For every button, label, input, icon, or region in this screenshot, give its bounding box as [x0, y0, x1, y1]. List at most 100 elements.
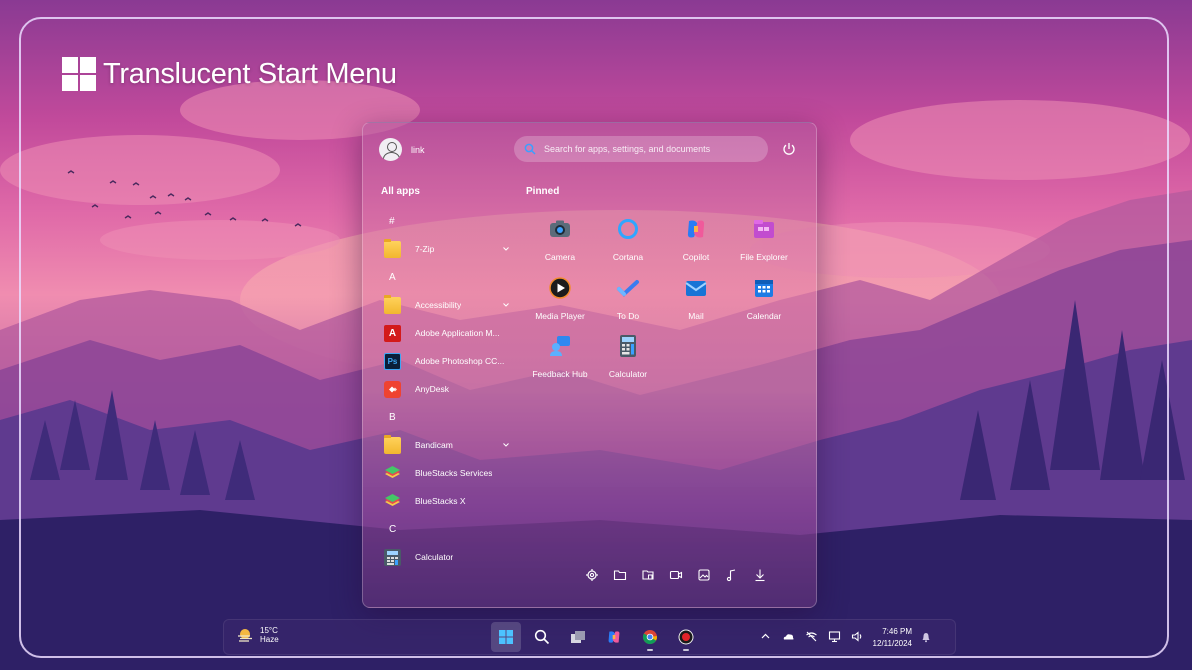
letter-header[interactable]: A: [381, 263, 511, 291]
tile-label: Camera: [544, 252, 576, 262]
app-name: BlueStacks X: [415, 496, 466, 506]
pinned-copilot[interactable]: Copilot: [662, 213, 730, 269]
tile-label: Media Player: [535, 311, 585, 321]
calculator-icon: [384, 548, 401, 566]
pinned-feedback-hub[interactable]: Feedback Hub: [526, 330, 594, 386]
display-icon[interactable]: [828, 630, 841, 643]
time-label: 7:46 PM: [882, 627, 912, 636]
copilot-icon: [608, 631, 620, 643]
clock[interactable]: 7:46 PM 12/11/2024: [862, 626, 912, 650]
all-apps-list: # 7-Zip A Accessibility A Adobe Applicat…: [381, 207, 511, 571]
chevron-up-icon[interactable]: [759, 630, 772, 643]
list-item[interactable]: BlueStacks Services: [381, 459, 511, 487]
tile-label: Cortana: [612, 252, 644, 262]
avatar: [379, 138, 402, 161]
pinned-cortana[interactable]: Cortana: [594, 213, 662, 269]
letter-header[interactable]: C: [381, 515, 511, 543]
adobe-icon: A: [384, 324, 401, 342]
search-input[interactable]: Search for apps, settings, and documents: [514, 136, 768, 162]
feedback-hub-icon: [550, 336, 570, 356]
user-name: link: [411, 144, 425, 155]
chrome-button[interactable]: [635, 622, 665, 652]
copilot-taskbar-button[interactable]: [599, 622, 629, 652]
search-placeholder: Search for apps, settings, and documents: [544, 144, 711, 154]
page-header: Translucent Start Menu: [62, 57, 397, 91]
start-button[interactable]: [491, 622, 521, 652]
weather-condition: Haze: [260, 635, 279, 644]
letter-label: A: [389, 271, 396, 283]
chevron-down-icon: [503, 303, 509, 307]
pinned-file-explorer[interactable]: File Explorer: [730, 213, 798, 269]
haze-weather-icon: [238, 629, 252, 642]
folder-icon: [384, 294, 401, 314]
app-name: Adobe Application M...: [415, 328, 500, 338]
start-menu: link Search for apps, settings, and docu…: [362, 122, 817, 608]
app-name: Calculator: [415, 552, 454, 562]
list-item[interactable]: Ps Adobe Photoshop CC...: [381, 347, 511, 375]
downloads-icon[interactable]: [753, 568, 767, 582]
photoshop-icon: Ps: [384, 352, 401, 370]
windows-logo-icon: [62, 57, 96, 91]
camera-icon: [550, 220, 570, 237]
pinned-heading: Pinned: [526, 186, 560, 197]
pinned-calendar[interactable]: Calendar: [730, 272, 798, 328]
weather-widget[interactable]: 15°C Haze: [236, 626, 279, 644]
list-item[interactable]: A Adobe Application M...: [381, 319, 511, 347]
documents-icon[interactable]: [641, 568, 655, 582]
copilot-icon: [687, 220, 705, 238]
quick-links-bar: [585, 568, 767, 582]
chevron-down-icon: [503, 247, 509, 251]
search-icon: [534, 629, 550, 645]
task-view-button[interactable]: [563, 622, 593, 652]
screen-recorder-button[interactable]: [671, 622, 701, 652]
calendar-icon: [755, 280, 773, 297]
list-item[interactable]: Accessibility: [381, 291, 511, 319]
pictures-icon[interactable]: [697, 568, 711, 582]
app-name: Adobe Photoshop CC...: [415, 356, 505, 366]
search-button[interactable]: [527, 622, 557, 652]
anydesk-icon: [384, 380, 401, 398]
todo-icon: [617, 280, 639, 297]
app-name: Bandicam: [415, 440, 453, 450]
settings-icon[interactable]: [585, 568, 599, 582]
tile-label: Feedback Hub: [532, 369, 588, 379]
all-apps-heading[interactable]: All apps: [381, 186, 420, 197]
pinned-calculator[interactable]: Calculator: [594, 330, 662, 386]
file-explorer-folder-icon[interactable]: [613, 568, 627, 582]
weather-temp: 15°C: [260, 626, 278, 635]
tile-label: Mail: [688, 311, 704, 321]
list-item[interactable]: BlueStacks X: [381, 487, 511, 515]
chevron-down-icon: [503, 443, 509, 447]
pinned-to-do[interactable]: To Do: [594, 272, 662, 328]
letter-label: #: [389, 215, 395, 227]
taskbar: 15°C Haze 7:46 PM 12/11/2024: [223, 619, 956, 655]
folder-icon: [384, 238, 401, 258]
videos-icon[interactable]: [669, 568, 683, 582]
media-player-icon: [549, 277, 571, 299]
bluestacks-icon: [384, 493, 401, 510]
list-item[interactable]: Bandicam: [381, 431, 511, 459]
letter-label: C: [389, 523, 397, 535]
network-off-icon[interactable]: [805, 630, 818, 643]
letter-header[interactable]: #: [381, 207, 511, 235]
date-label: 12/11/2024: [872, 639, 912, 648]
onedrive-icon[interactable]: [782, 630, 795, 643]
music-icon[interactable]: [725, 568, 739, 582]
user-account[interactable]: link: [379, 138, 425, 161]
chrome-icon: [642, 630, 657, 645]
notification-bell-icon[interactable]: [920, 631, 932, 643]
pinned-media-player[interactable]: Media Player: [526, 272, 594, 328]
tile-label: Calculator: [608, 369, 648, 379]
list-item[interactable]: AnyDesk: [381, 375, 511, 403]
power-icon[interactable]: [781, 141, 797, 157]
system-tray: [759, 630, 864, 643]
search-icon: [524, 143, 536, 155]
list-item[interactable]: Calculator: [381, 543, 511, 571]
task-view-icon: [571, 631, 585, 643]
page-title: Translucent Start Menu: [103, 57, 397, 90]
pinned-camera[interactable]: Camera: [526, 213, 594, 269]
folder-icon: [384, 434, 401, 454]
letter-header[interactable]: B: [381, 403, 511, 431]
list-item[interactable]: 7-Zip: [381, 235, 511, 263]
pinned-mail[interactable]: Mail: [662, 272, 730, 328]
